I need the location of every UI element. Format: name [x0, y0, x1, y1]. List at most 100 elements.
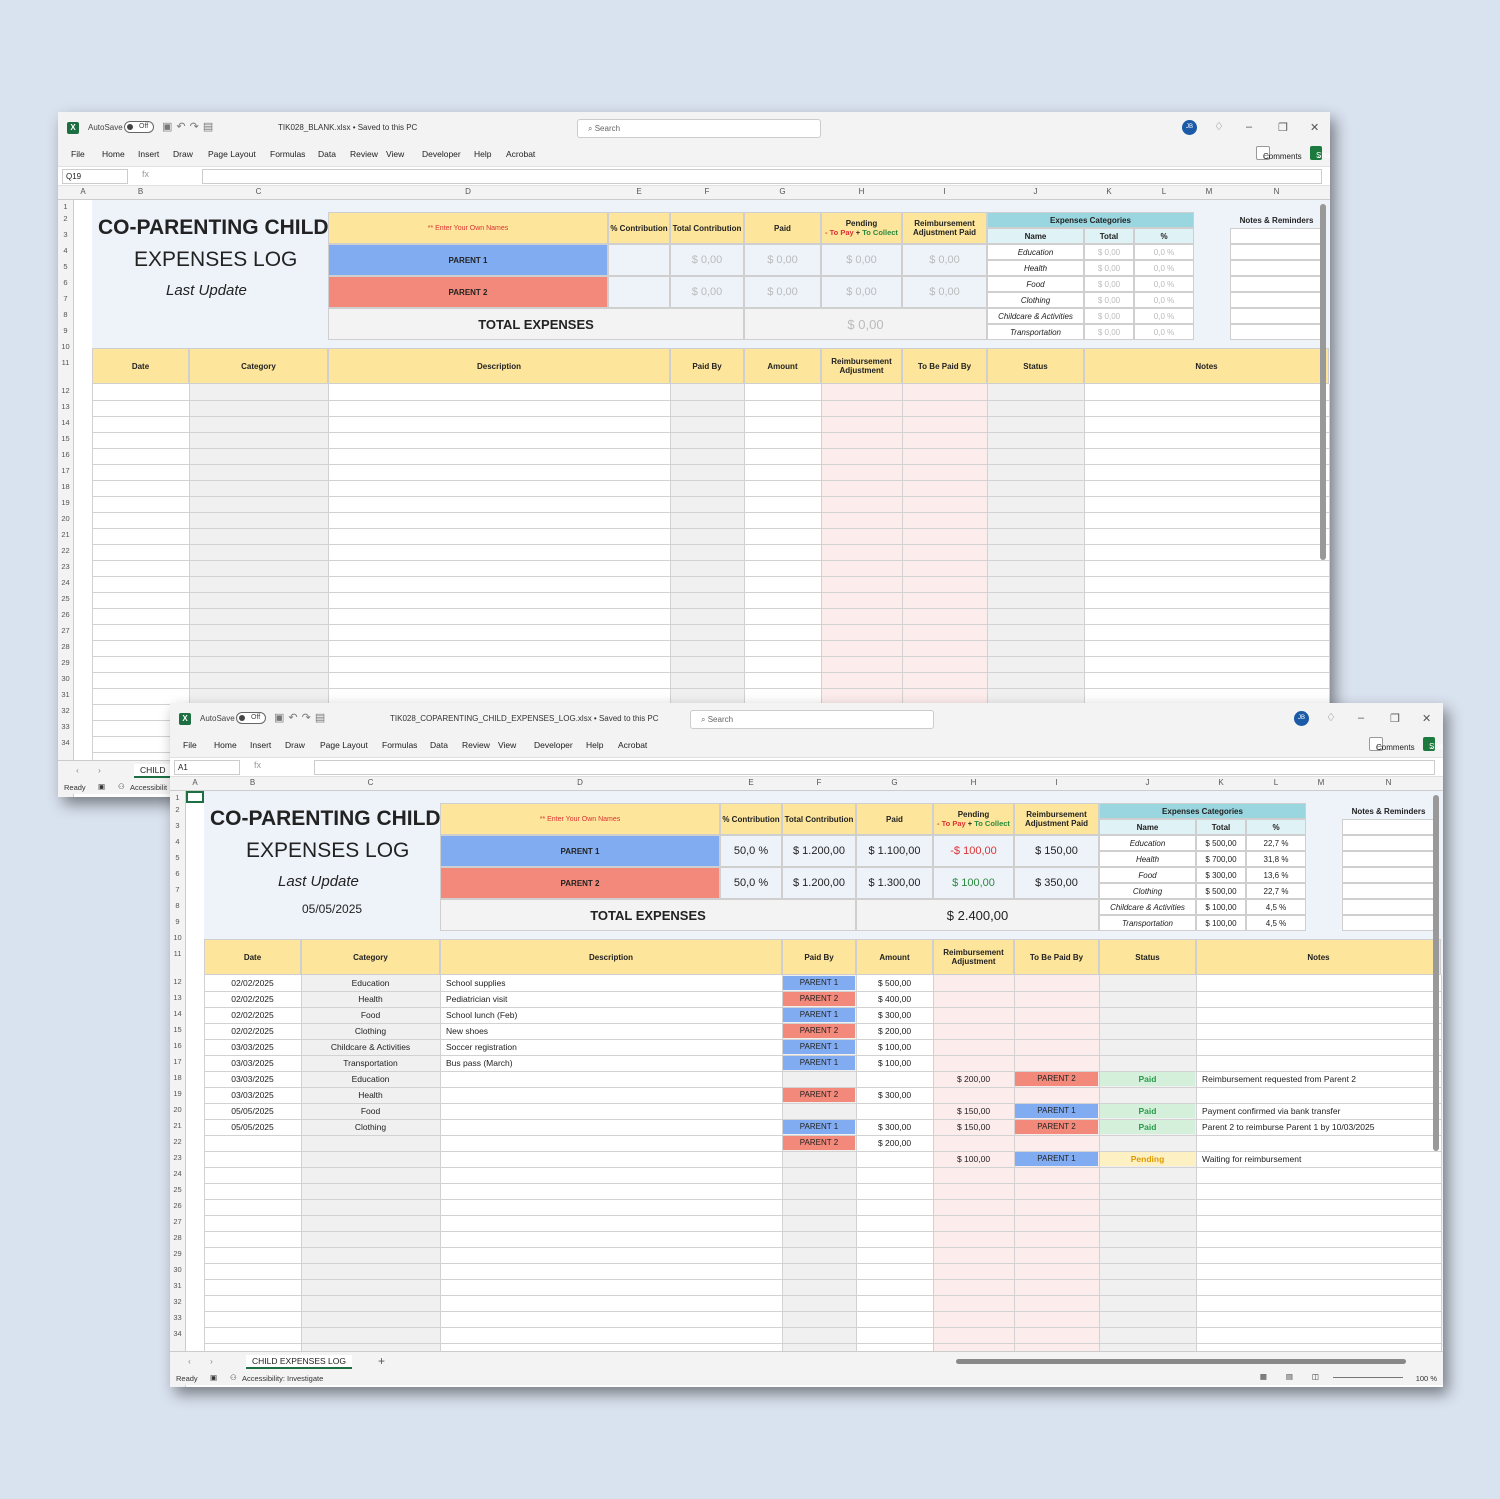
row-header[interactable]: 4: [58, 246, 73, 255]
column-header-m[interactable]: M: [1306, 778, 1336, 787]
row-header[interactable]: 23: [58, 562, 73, 571]
row-header[interactable]: 33: [58, 722, 73, 731]
formula-input[interactable]: [202, 169, 1322, 184]
row-header[interactable]: 14: [170, 1009, 185, 1018]
row-header[interactable]: 1: [170, 793, 185, 802]
row-header[interactable]: 29: [58, 658, 73, 667]
table-cell-date[interactable]: 03/03/2025: [204, 1042, 301, 1052]
row-header[interactable]: 22: [170, 1137, 185, 1146]
row-header[interactable]: 15: [170, 1025, 185, 1034]
table-cell-description[interactable]: Bus pass (March): [446, 1058, 780, 1068]
menu-item-insert[interactable]: Insert: [250, 740, 271, 750]
row-header[interactable]: 34: [58, 738, 73, 747]
sheet-tab-active[interactable]: CHILD: [134, 764, 172, 778]
row-header[interactable]: 20: [58, 514, 73, 523]
notes-reminder-cell[interactable]: [1230, 276, 1323, 292]
row-header[interactable]: 10: [170, 933, 185, 942]
row-header[interactable]: 7: [58, 294, 73, 303]
column-header-i[interactable]: I: [1014, 778, 1099, 787]
table-cell-amount[interactable]: $ 400,00: [856, 994, 933, 1004]
column-header-k[interactable]: K: [1084, 187, 1134, 196]
row-header[interactable]: 31: [58, 690, 73, 699]
row-header[interactable]: 12: [170, 977, 185, 986]
column-header-e[interactable]: E: [608, 187, 670, 196]
row-header[interactable]: 20: [170, 1105, 185, 1114]
column-header-f[interactable]: F: [670, 187, 744, 196]
table-cell-category[interactable]: Food: [301, 1010, 440, 1020]
column-header-e[interactable]: E: [720, 778, 782, 787]
row-header[interactable]: 6: [58, 278, 73, 287]
row-header[interactable]: 21: [58, 530, 73, 539]
table-cell-paid-by[interactable]: PARENT 2: [783, 1088, 855, 1102]
status-badge[interactable]: Paid: [1100, 1072, 1195, 1086]
table-cell-category[interactable]: Clothing: [301, 1122, 440, 1132]
last-update-date[interactable]: 05/05/2025: [302, 902, 362, 916]
table-cell-amount[interactable]: $ 500,00: [856, 978, 933, 988]
row-header[interactable]: 13: [58, 402, 73, 411]
table-cell-description[interactable]: School lunch (Feb): [446, 1010, 780, 1020]
row-header[interactable]: 2: [170, 805, 185, 814]
row-header[interactable]: 24: [58, 578, 73, 587]
vertical-scrollbar[interactable]: [1320, 204, 1326, 560]
comments-button[interactable]: ▭ Comments: [1256, 146, 1302, 161]
table-cell-paid-by[interactable]: PARENT 2: [783, 1024, 855, 1038]
row-header[interactable]: 16: [170, 1041, 185, 1050]
row-header[interactable]: 26: [58, 610, 73, 619]
table-cell-notes[interactable]: Parent 2 to reimburse Parent 1 by 10/03/…: [1202, 1122, 1439, 1132]
column-header-m[interactable]: M: [1194, 187, 1224, 196]
column-header-g[interactable]: G: [856, 778, 933, 787]
table-cell-reimbursement[interactable]: $ 200,00: [933, 1074, 1014, 1084]
column-header-l[interactable]: L: [1134, 187, 1194, 196]
restore-icon[interactable]: ❐: [1390, 712, 1400, 725]
share-button[interactable]: Share ⌄: [1423, 737, 1443, 751]
parent2-label[interactable]: PARENT 2: [328, 276, 608, 308]
row-header[interactable]: 8: [170, 901, 185, 910]
parent1-pct[interactable]: 50,0 %: [720, 835, 782, 867]
table-cell-category[interactable]: Clothing: [301, 1026, 440, 1036]
column-header-d[interactable]: D: [328, 187, 608, 196]
menu-item-developer[interactable]: Developer: [534, 740, 573, 750]
row-header[interactable]: 3: [170, 821, 185, 830]
close-icon[interactable]: ✕: [1310, 121, 1319, 134]
table-cell-to-be-paid-by[interactable]: PARENT 2: [1015, 1120, 1098, 1134]
table-cell-paid-by[interactable]: PARENT 2: [783, 992, 855, 1006]
column-header-h[interactable]: H: [933, 778, 1014, 787]
table-cell-to-be-paid-by[interactable]: PARENT 1: [1015, 1104, 1098, 1118]
table-cell-category[interactable]: Health: [301, 994, 440, 1004]
table-cell-paid-by[interactable]: PARENT 1: [783, 976, 855, 990]
menu-item-home[interactable]: Home: [102, 149, 125, 159]
column-header-n[interactable]: N: [1224, 187, 1329, 196]
parent2-pct[interactable]: [608, 276, 670, 308]
accessibility-status[interactable]: Accessibilit: [130, 783, 167, 792]
table-cell-category[interactable]: Education: [301, 978, 440, 988]
zoom-slider[interactable]: [1333, 1377, 1403, 1378]
table-cell-date[interactable]: 03/03/2025: [204, 1074, 301, 1084]
selected-cell[interactable]: [186, 791, 204, 803]
row-header[interactable]: 19: [58, 498, 73, 507]
accessibility-icon[interactable]: ⚇: [118, 782, 125, 791]
vertical-scrollbar[interactable]: [1433, 795, 1439, 1151]
table-cell-description[interactable]: Pediatrician visit: [446, 994, 780, 1004]
next-sheet-icon[interactable]: ›: [98, 765, 101, 775]
table-cell-notes[interactable]: Waiting for reimbursement: [1202, 1154, 1439, 1164]
row-header[interactable]: 22: [58, 546, 73, 555]
zoom-level[interactable]: 100 %: [1416, 1374, 1437, 1383]
row-header[interactable]: 24: [170, 1169, 185, 1178]
name-box[interactable]: Q19: [62, 169, 128, 184]
table-cell-to-be-paid-by[interactable]: PARENT 2: [1015, 1072, 1098, 1086]
menu-item-file[interactable]: File: [183, 740, 197, 750]
menu-item-help[interactable]: Help: [474, 149, 491, 159]
horizontal-scrollbar[interactable]: [956, 1359, 1406, 1364]
menu-item-home[interactable]: Home: [214, 740, 237, 750]
table-cell-description[interactable]: Soccer registration: [446, 1042, 780, 1052]
row-header[interactable]: 12: [58, 386, 73, 395]
menu-item-review[interactable]: Review: [462, 740, 490, 750]
table-cell-amount[interactable]: $ 200,00: [856, 1026, 933, 1036]
close-icon[interactable]: ✕: [1422, 712, 1431, 725]
table-cell-amount[interactable]: $ 100,00: [856, 1042, 933, 1052]
menu-item-data[interactable]: Data: [430, 740, 448, 750]
column-header-j[interactable]: J: [987, 187, 1084, 196]
menu-item-developer[interactable]: Developer: [422, 149, 461, 159]
column-header-f[interactable]: F: [782, 778, 856, 787]
parent1-label[interactable]: PARENT 1: [328, 244, 608, 276]
